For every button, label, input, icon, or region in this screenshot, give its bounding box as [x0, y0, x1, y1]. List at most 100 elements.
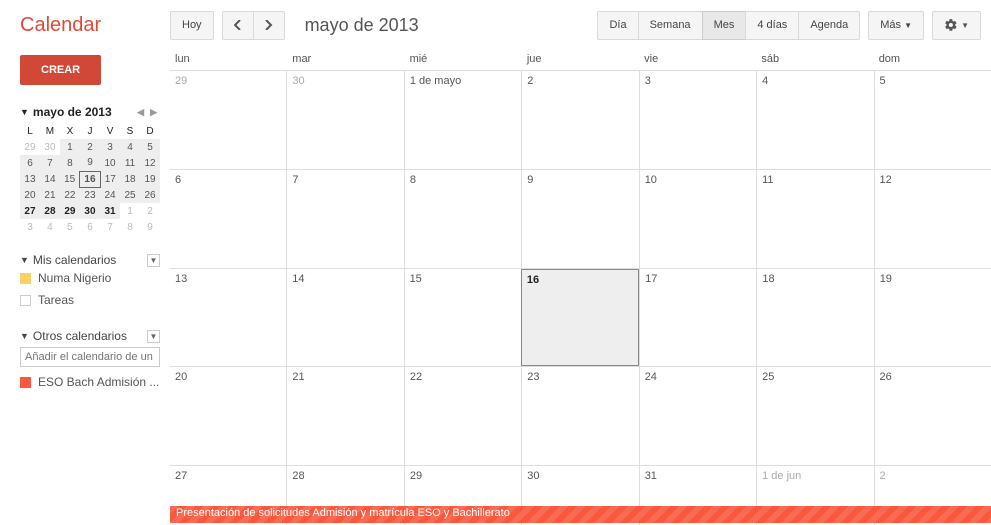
mini-day[interactable]: 12 [140, 155, 160, 171]
mini-day[interactable]: 1 [120, 203, 140, 219]
mini-day[interactable]: 2 [140, 203, 160, 219]
day-header: mar [287, 50, 404, 70]
mini-day[interactable]: 19 [140, 171, 160, 187]
day-cell[interactable]: 1 de mayo [404, 71, 521, 169]
event-bar[interactable]: Presentación de solicitudes Admisión y m… [170, 506, 991, 523]
collapse-icon[interactable]: ▼ [20, 331, 29, 341]
mini-day[interactable]: 2 [80, 139, 100, 155]
day-cell[interactable]: 13 [170, 269, 286, 367]
next-button[interactable] [253, 11, 285, 40]
mini-day[interactable]: 30 [40, 139, 60, 155]
month-title: mayo de 2013 [305, 15, 419, 36]
mini-day[interactable]: 5 [60, 219, 80, 235]
day-cell[interactable]: 5 [874, 71, 991, 169]
day-cell[interactable]: 2 [521, 71, 638, 169]
chevron-down-icon: ▼ [904, 21, 912, 30]
mini-day[interactable]: 4 [120, 139, 140, 155]
more-button[interactable]: Más ▼ [868, 11, 924, 40]
day-cell[interactable]: 3 [639, 71, 756, 169]
day-cell[interactable]: 17 [639, 269, 756, 367]
today-button[interactable]: Hoy [170, 11, 214, 40]
day-cell[interactable]: 30 [286, 71, 403, 169]
mini-day[interactable]: 7 [100, 219, 120, 235]
day-cell[interactable]: 23 [521, 367, 638, 465]
mini-day[interactable]: 21 [40, 187, 60, 203]
mini-day[interactable]: 9 [80, 155, 100, 171]
view-button-día[interactable]: Día [597, 11, 638, 40]
day-cell[interactable]: 6 [170, 170, 286, 268]
collapse-icon[interactable]: ▼ [20, 255, 29, 265]
calendar-item[interactable]: Tareas [20, 289, 160, 311]
mini-day[interactable]: 30 [80, 203, 100, 219]
mini-day[interactable]: 14 [40, 171, 60, 187]
mini-day[interactable]: 7 [40, 155, 60, 171]
day-cell[interactable]: 25 [756, 367, 873, 465]
add-calendar-input[interactable] [20, 347, 160, 367]
mini-day[interactable]: 11 [120, 155, 140, 171]
mini-day[interactable]: 31 [100, 203, 120, 219]
mini-day[interactable]: 9 [140, 219, 160, 235]
day-cell[interactable]: 4 [756, 71, 873, 169]
day-cell[interactable]: 10 [639, 170, 756, 268]
mini-day[interactable]: 8 [120, 219, 140, 235]
day-cell[interactable]: 11 [756, 170, 873, 268]
calendar-item[interactable]: Numa Nigerio [20, 267, 160, 289]
day-cell[interactable]: 26 [874, 367, 991, 465]
day-cell[interactable]: 9 [521, 170, 638, 268]
my-calendars-menu[interactable]: ▼ [147, 254, 160, 267]
day-cell[interactable]: 19 [874, 269, 991, 367]
mini-day[interactable]: 4 [40, 219, 60, 235]
mini-day[interactable]: 3 [100, 139, 120, 155]
mini-day[interactable]: 17 [100, 171, 120, 187]
mini-day[interactable]: 10 [100, 155, 120, 171]
view-button-mes[interactable]: Mes [702, 11, 747, 40]
calendar-item[interactable]: ESO Bach Admisión ... [20, 371, 160, 393]
create-button[interactable]: CREAR [20, 55, 101, 85]
day-cell[interactable]: 22 [404, 367, 521, 465]
mini-day[interactable]: 28 [40, 203, 60, 219]
mini-day[interactable]: 16 [80, 171, 100, 187]
day-cell[interactable]: 18 [756, 269, 873, 367]
mini-day[interactable]: 8 [60, 155, 80, 171]
mini-day[interactable]: 22 [60, 187, 80, 203]
day-cell[interactable]: 14 [286, 269, 403, 367]
mini-day[interactable]: 23 [80, 187, 100, 203]
mini-day[interactable]: 29 [60, 203, 80, 219]
collapse-icon[interactable]: ▼ [20, 107, 29, 117]
view-switcher: DíaSemanaMes4 díasAgenda [597, 11, 860, 40]
mini-day[interactable]: 26 [140, 187, 160, 203]
mini-day[interactable]: 27 [20, 203, 40, 219]
mini-day[interactable]: 25 [120, 187, 140, 203]
day-cell[interactable]: 29 [170, 71, 286, 169]
my-calendars-title: Mis calendarios [33, 253, 116, 267]
day-cell[interactable]: 24 [639, 367, 756, 465]
view-button-semana[interactable]: Semana [638, 11, 703, 40]
day-cell[interactable]: 8 [404, 170, 521, 268]
view-button-4 días[interactable]: 4 días [745, 11, 799, 40]
mini-day[interactable]: 6 [20, 155, 40, 171]
day-cell[interactable]: 20 [170, 367, 286, 465]
day-cell[interactable]: 21 [286, 367, 403, 465]
mini-day[interactable]: 13 [20, 171, 40, 187]
mini-day[interactable]: 24 [100, 187, 120, 203]
mini-day[interactable]: 29 [20, 139, 40, 155]
day-cell[interactable]: 16 [521, 269, 639, 367]
other-calendars-menu[interactable]: ▼ [147, 330, 160, 343]
mini-day[interactable]: 3 [20, 219, 40, 235]
day-cell[interactable]: 12 [874, 170, 991, 268]
mini-day[interactable]: 5 [140, 139, 160, 155]
mini-prev-button[interactable]: ◀ [134, 107, 147, 118]
mini-next-button[interactable]: ▶ [147, 107, 160, 118]
mini-day[interactable]: 20 [20, 187, 40, 203]
mini-day[interactable]: 1 [60, 139, 80, 155]
mini-day[interactable]: 15 [60, 171, 80, 187]
view-button-agenda[interactable]: Agenda [798, 11, 860, 40]
day-cell[interactable]: 7 [286, 170, 403, 268]
mini-day[interactable]: 6 [80, 219, 100, 235]
chevron-down-icon: ▼ [961, 21, 969, 30]
prev-button[interactable] [222, 11, 254, 40]
calendar-grid: 29301 de mayo234567891011121314151617181… [170, 70, 991, 525]
settings-button[interactable]: ▼ [932, 11, 981, 40]
mini-day[interactable]: 18 [120, 171, 140, 187]
day-cell[interactable]: 15 [404, 269, 521, 367]
